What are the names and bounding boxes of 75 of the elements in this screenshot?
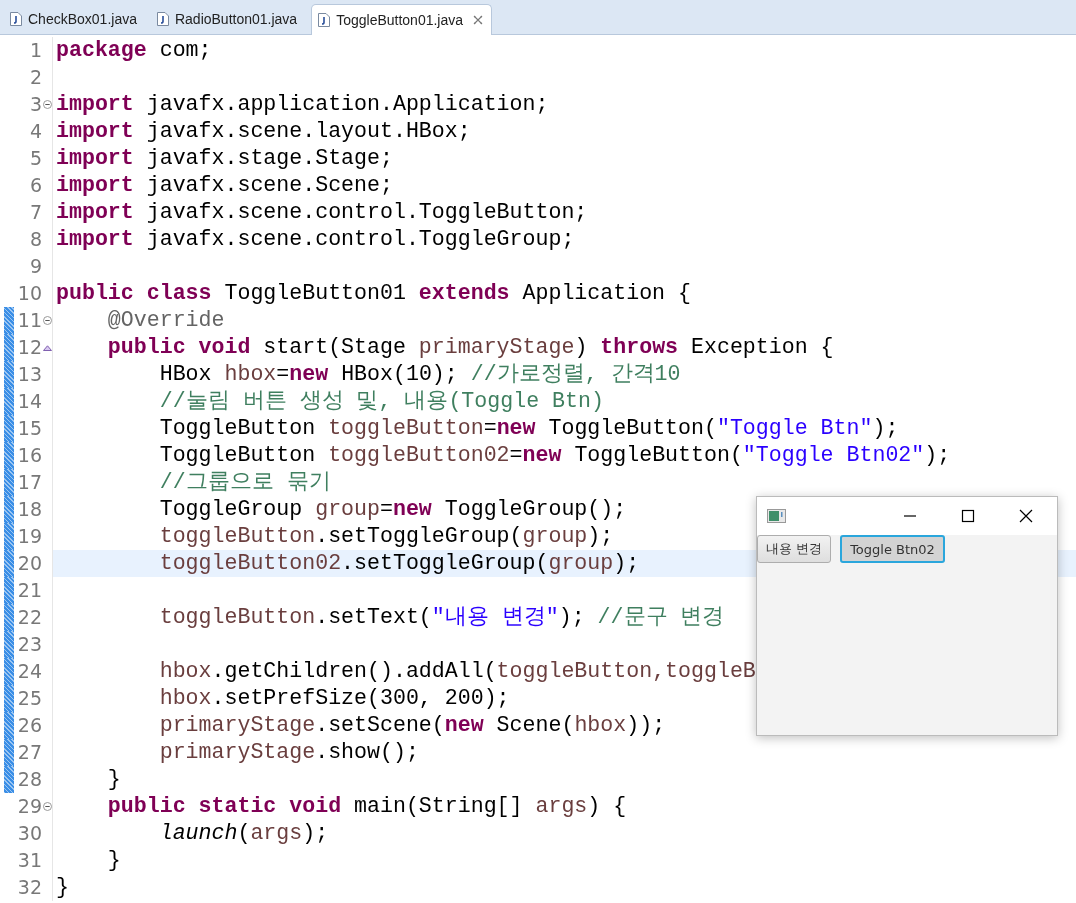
line-number: 21 <box>16 578 42 603</box>
line-number: 7 <box>28 200 42 225</box>
line-number: 1 <box>28 38 42 63</box>
java-file-icon <box>318 13 331 27</box>
line-number: 17 <box>16 470 42 495</box>
line-number: 12 <box>16 335 42 360</box>
code-line: public class ToggleButton01 extends Application { <box>56 281 691 305</box>
collapse-icon[interactable] <box>42 316 52 325</box>
code-line: toggleButton02.setToggleGroup(group); <box>158 551 640 575</box>
code-line: toggleButton.setText("내용 변경"); //문구 변경 <box>158 605 725 629</box>
line-number: 14 <box>16 389 42 414</box>
line-number: 8 <box>28 227 42 252</box>
line-number: 26 <box>16 713 42 738</box>
line-number: 29 <box>16 794 42 819</box>
code-line: ToggleGroup group=new ToggleGroup(); <box>158 497 627 521</box>
line-number: 9 <box>28 254 42 279</box>
line-number: 32 <box>16 875 42 900</box>
collapse-icon[interactable] <box>42 802 52 811</box>
code-line: hbox.getChildren().addAll(toggleButton,toggleB <box>158 659 756 683</box>
code-line: launch(args); <box>158 821 329 845</box>
code-line: import javafx.scene.layout.HBox; <box>56 119 471 143</box>
code-line: import javafx.scene.control.ToggleGroup; <box>56 227 575 251</box>
code-line: } <box>106 848 121 872</box>
line-number: 2 <box>28 65 42 90</box>
code-line: HBox hbox=new HBox(10); //가로정렬, 간격10 <box>158 362 681 386</box>
line-number: 16 <box>16 443 42 468</box>
line-number: 10 <box>16 281 42 306</box>
code-line: hbox.setPrefSize(300, 200); <box>158 686 510 710</box>
code-line: import javafx.scene.control.ToggleButton; <box>56 200 588 224</box>
code-line: import javafx.scene.Scene; <box>56 173 393 197</box>
java-file-icon <box>10 12 22 26</box>
line-number: 31 <box>16 848 42 873</box>
toggle-button[interactable]: 내용 변경 <box>757 535 832 563</box>
maximize-icon[interactable] <box>961 509 975 523</box>
file-tab[interactable]: CheckBox01.java <box>4 4 151 34</box>
line-number: 13 <box>16 362 42 387</box>
line-number: 4 <box>28 119 42 144</box>
line-number: 11 <box>16 308 42 333</box>
code-line: ToggleButton toggleButton02=new ToggleButton("Toggle Btn02"); <box>158 443 951 467</box>
code-line: import javafx.application.Application; <box>56 92 549 116</box>
code-line: ToggleButton toggleButton=new ToggleButton("Toggle Btn"); <box>158 416 899 440</box>
code-line: //눌림 버튼 생성 및, 내용(Toggle Btn) <box>158 389 604 413</box>
close-icon[interactable] <box>1019 509 1033 523</box>
line-number: 3 <box>28 92 42 117</box>
line-number: 15 <box>16 416 42 441</box>
line-number: 28 <box>16 767 42 792</box>
collapse-icon[interactable] <box>42 100 52 109</box>
code-line: toggleButton.setToggleGroup(group); <box>158 524 614 548</box>
line-number: 5 <box>28 146 42 171</box>
code-line: public void start(Stage primaryStage) throws Exception { <box>106 335 834 359</box>
line-number: 19 <box>16 524 42 549</box>
line-number: 6 <box>28 173 42 198</box>
code-line: @Override <box>106 308 225 332</box>
override-icon <box>42 344 52 351</box>
code-line: primaryStage.setScene(new Scene(hbox)); <box>158 713 666 737</box>
code-line: import javafx.stage.Stage; <box>56 146 393 170</box>
app-icon <box>767 509 786 523</box>
file-tab[interactable]: RadioButton01.java <box>150 4 312 34</box>
line-number: 24 <box>16 659 42 684</box>
file-tab[interactable]: ToggleButton01.java <box>311 4 493 35</box>
line-number: 18 <box>16 497 42 522</box>
line-number: 25 <box>16 686 42 711</box>
line-number: 30 <box>16 821 42 846</box>
java-file-icon <box>156 12 169 26</box>
code-line: } <box>106 767 121 791</box>
code-line: primaryStage.show(); <box>158 740 419 764</box>
line-number: 20 <box>16 551 42 576</box>
code-line: } <box>56 875 69 899</box>
line-number: 22 <box>16 605 42 630</box>
code-line: //그룹으로 묶기 <box>158 470 331 494</box>
code-line: public static void main(String[] args) { <box>106 794 627 818</box>
code-line: package com; <box>56 38 212 62</box>
toggle-button[interactable]: Toggle Btn02 <box>840 535 945 563</box>
line-number: 27 <box>16 740 42 765</box>
line-number: 23 <box>16 632 42 657</box>
